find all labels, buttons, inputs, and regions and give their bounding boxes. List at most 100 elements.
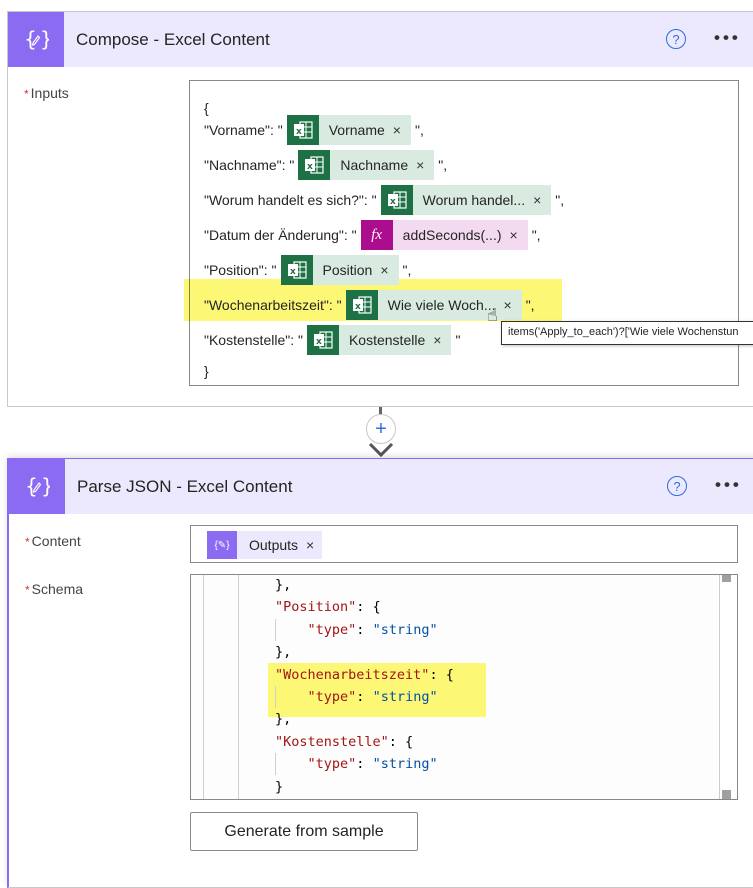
excel-token[interactable]: x Vorname × xyxy=(286,115,411,145)
remove-token-icon[interactable]: × xyxy=(416,157,424,173)
remove-token-icon[interactable]: × xyxy=(380,262,388,278)
json-key: "Wochenarbeitszeit" xyxy=(275,666,430,683)
content-input[interactable]: {✎} Outputs × xyxy=(190,525,738,563)
json-key: "Position" xyxy=(275,599,357,616)
remove-token-icon[interactable]: × xyxy=(533,192,541,208)
json-key: "type" xyxy=(307,689,357,705)
excel-token[interactable]: x Worum handel... × xyxy=(380,185,552,215)
excel-token[interactable]: x Kostenstelle × xyxy=(306,325,452,355)
svg-text:}: } xyxy=(40,27,49,51)
json-punct: }, xyxy=(275,711,292,728)
json-punct: : xyxy=(356,689,373,705)
remove-token-icon[interactable]: × xyxy=(510,227,518,243)
svg-text:x: x xyxy=(390,197,396,207)
json-string: "string" xyxy=(372,756,438,773)
input-line: "Datum der Änderung": " fx addSeconds(...)… xyxy=(204,220,541,250)
excel-icon: x xyxy=(345,290,378,320)
compose-card-header[interactable]: {} Compose - Excel Content ? ••• xyxy=(8,12,753,67)
json-punct: }, xyxy=(275,577,292,593)
json-suffix: ", xyxy=(414,122,424,138)
content-label-text: Content xyxy=(31,533,81,549)
input-line: "Position": " x Position × ", xyxy=(204,255,412,285)
compose-card-title[interactable]: Compose - Excel Content xyxy=(76,30,270,50)
arrow-down-icon xyxy=(368,442,394,458)
compose-action-icon: {} xyxy=(8,12,64,67)
compose-action-card: {} Compose - Excel Content ? ••• *Inputs… xyxy=(7,11,753,407)
help-icon[interactable]: ? xyxy=(667,476,687,496)
excel-icon: x xyxy=(380,185,413,215)
parse-json-action-icon: {} xyxy=(9,459,65,514)
json-suffix: ", xyxy=(531,227,541,243)
json-key: "Kostenstelle" xyxy=(275,733,389,750)
generate-from-sample-button[interactable]: Generate from sample xyxy=(190,812,418,851)
json-suffix: ", xyxy=(525,297,535,313)
token-label: Worum handel... xyxy=(422,192,526,208)
schema-code-line: } xyxy=(275,776,283,798)
schema-label: * Schema xyxy=(25,581,83,597)
svg-text:{: { xyxy=(25,474,38,498)
more-options-icon[interactable]: ••• xyxy=(715,475,742,495)
schema-code-line: }, xyxy=(275,708,291,730)
svg-text:x: x xyxy=(355,302,361,312)
excel-token[interactable]: x Nachname × xyxy=(298,150,435,180)
json-punct xyxy=(275,756,308,772)
svg-text:x: x xyxy=(290,267,296,277)
json-punct: : xyxy=(356,621,373,638)
json-punct: : { xyxy=(388,733,414,750)
plus-icon: + xyxy=(375,417,387,440)
more-options-icon[interactable]: ••• xyxy=(714,28,741,48)
json-punct xyxy=(275,622,308,638)
json-punct: } xyxy=(275,778,284,795)
remove-token-icon[interactable]: × xyxy=(504,297,512,313)
svg-text:{: { xyxy=(24,27,37,51)
json-punct: }, xyxy=(275,644,292,661)
token-label: Nachname xyxy=(340,157,409,173)
json-key: "Worum handelt es sich?": " xyxy=(204,192,377,208)
remove-token-icon[interactable]: × xyxy=(393,122,401,138)
schema-code-line: "type": "string" xyxy=(275,619,438,641)
json-punct: : xyxy=(356,756,373,773)
schema-code-line: "Position": { xyxy=(275,596,381,618)
scroll-up-button[interactable] xyxy=(722,575,731,582)
help-icon[interactable]: ? xyxy=(666,29,686,49)
input-line: "Kostenstelle": " x Kostenstelle × " xyxy=(204,325,461,355)
schema-code-line: "Wochenarbeitszeit": { xyxy=(275,664,454,686)
editor-gutter xyxy=(203,575,204,799)
schema-scrollbar[interactable] xyxy=(719,575,737,799)
input-line: "Nachname": " x Nachname × ", xyxy=(204,150,447,180)
json-string: "string" xyxy=(372,621,438,638)
required-marker: * xyxy=(24,87,29,101)
input-line: "Vorname": " x Vorname × ", xyxy=(204,115,424,145)
content-label: * Content xyxy=(25,533,81,549)
json-key: "type" xyxy=(307,621,357,638)
json-suffix: ", xyxy=(555,192,565,208)
json-key: "Kostenstelle": " xyxy=(204,332,303,348)
parse-json-action-card: {} Parse JSON - Excel Content ? ••• *Con… xyxy=(7,458,753,888)
editor-gutter-divider xyxy=(238,575,239,799)
remove-token-icon[interactable]: × xyxy=(306,537,314,553)
excel-icon: x xyxy=(306,325,339,355)
outputs-token[interactable]: {✎} Outputs × xyxy=(207,531,323,559)
expression-token[interactable]: fx addSeconds(...) × xyxy=(360,220,528,250)
remove-token-icon[interactable]: × xyxy=(433,332,441,348)
input-line: "Wochenarbeitszeit": " x Wie viele Woch...… xyxy=(204,290,535,320)
scroll-down-button[interactable] xyxy=(722,790,731,799)
close-brace: } xyxy=(204,363,209,379)
json-key: "Vorname": " xyxy=(204,122,283,138)
inputs-label-text: Inputs xyxy=(30,85,69,101)
json-suffix: ", xyxy=(402,262,412,278)
svg-text:x: x xyxy=(307,162,313,172)
parse-json-card-header[interactable]: {} Parse JSON - Excel Content ? ••• xyxy=(9,459,753,514)
schema-editor[interactable]: }, "Position": { "type": "string"}, "Woche… xyxy=(190,574,738,800)
compose-token-icon: {✎} xyxy=(207,531,237,559)
hand-cursor-icon: ☝ xyxy=(487,305,498,325)
json-punct: : { xyxy=(356,599,381,616)
json-punct: : { xyxy=(429,666,454,683)
excel-token[interactable]: x Position × xyxy=(280,255,399,285)
json-suffix: " xyxy=(455,332,461,348)
excel-icon: x xyxy=(286,115,319,145)
schema-code-line: "type": "string" xyxy=(275,753,438,775)
parse-json-card-title[interactable]: Parse JSON - Excel Content xyxy=(77,477,292,497)
inputs-label: * Inputs xyxy=(24,85,69,101)
token-label: Wie viele Woch... xyxy=(387,297,496,313)
